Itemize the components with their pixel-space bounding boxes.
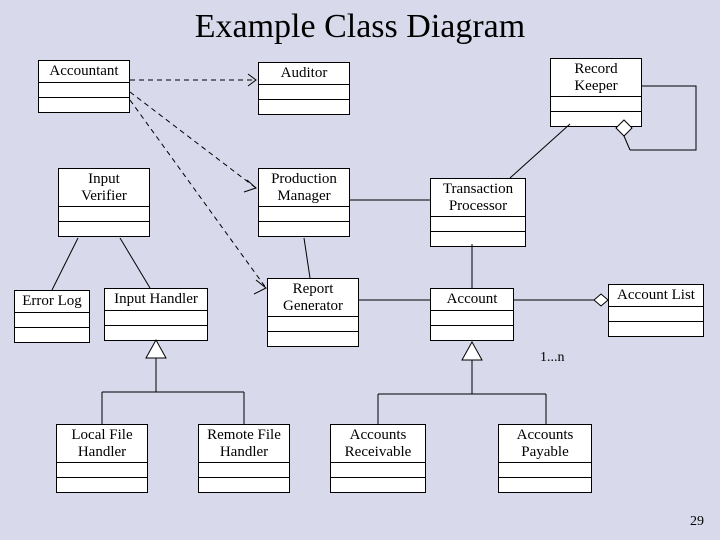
class-label: Input Verifier — [59, 169, 149, 206]
class-label: Input Handler — [105, 289, 207, 310]
diagram-stage: Example Class Diagram Accountant Auditor… — [0, 0, 720, 540]
class-auditor: Auditor — [258, 62, 350, 115]
class-label: Account — [431, 289, 513, 310]
class-label: Production Manager — [259, 169, 349, 206]
class-accountant: Accountant — [38, 60, 130, 113]
class-accounts-payable: Accounts Payable — [498, 424, 592, 493]
multiplicity-label: 1...n — [540, 350, 565, 366]
class-record-keeper: Record Keeper — [550, 58, 642, 127]
class-error-log: Error Log — [14, 290, 90, 343]
class-label: Record Keeper — [551, 59, 641, 96]
class-label: Accountant — [39, 61, 129, 82]
page-title: Example Class Diagram — [0, 8, 720, 46]
class-label: Accounts Payable — [499, 425, 591, 462]
class-label: Accounts Receivable — [331, 425, 425, 462]
class-label: Report Generator — [268, 279, 358, 316]
class-accounts-receivable: Accounts Receivable — [330, 424, 426, 493]
class-input-verifier: Input Verifier — [58, 168, 150, 237]
class-account: Account — [430, 288, 514, 341]
class-label: Account List — [609, 285, 703, 306]
page-number: 29 — [690, 514, 704, 530]
class-label: Transaction Processor — [431, 179, 525, 216]
class-label: Auditor — [259, 63, 349, 84]
class-production-manager: Production Manager — [258, 168, 350, 237]
class-label: Remote File Handler — [199, 425, 289, 462]
class-account-list: Account List — [608, 284, 704, 337]
class-report-generator: Report Generator — [267, 278, 359, 347]
class-input-handler: Input Handler — [104, 288, 208, 341]
class-remote-file-handler: Remote File Handler — [198, 424, 290, 493]
class-label: Error Log — [15, 291, 89, 312]
class-label: Local File Handler — [57, 425, 147, 462]
class-local-file-handler: Local File Handler — [56, 424, 148, 493]
class-transaction-processor: Transaction Processor — [430, 178, 526, 247]
